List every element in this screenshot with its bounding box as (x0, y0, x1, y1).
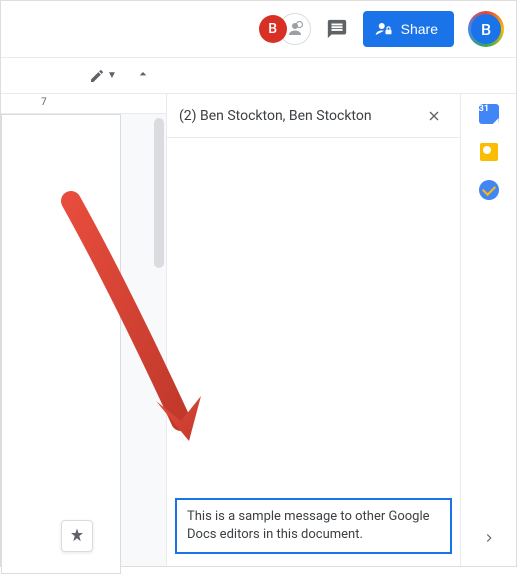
close-chat-button[interactable] (420, 102, 448, 130)
top-bar: B Share B (1, 1, 516, 57)
chat-messages (167, 138, 460, 490)
calendar-button[interactable]: 31 (479, 104, 499, 124)
chat-title: (2) Ben Stockton, Ben Stockton (179, 108, 420, 124)
document-area: 7 (1, 94, 166, 566)
document-page[interactable] (1, 114, 121, 574)
collapse-chat-button[interactable] (127, 62, 159, 90)
chevron-right-icon (482, 531, 496, 545)
keep-button[interactable] (479, 142, 499, 162)
hide-side-panel-button[interactable] (475, 524, 503, 552)
presence-group: B (259, 13, 311, 45)
pencil-icon (89, 68, 105, 84)
calendar-icon: 31 (479, 104, 499, 124)
chevron-up-icon (135, 66, 151, 82)
main-area: 7 (2) Ben Stockton, Ben Stockton 31 (1, 93, 516, 566)
comment-icon (326, 18, 348, 40)
tasks-button[interactable] (479, 180, 499, 200)
collaborator-avatar[interactable]: B (259, 15, 287, 43)
editing-mode-button[interactable]: ▼ (83, 64, 123, 88)
ruler-tick: 7 (41, 97, 47, 108)
share-lock-icon (375, 20, 393, 38)
anonymous-icon (286, 20, 304, 38)
share-label: Share (401, 21, 438, 37)
side-panel: 31 (460, 94, 516, 566)
toolbar: ▼ (1, 57, 516, 93)
chat-panel: (2) Ben Stockton, Ben Stockton (166, 94, 460, 566)
chat-input-container (167, 490, 460, 566)
tasks-icon (479, 180, 499, 200)
scrollbar-thumb[interactable] (154, 118, 164, 268)
chat-header: (2) Ben Stockton, Ben Stockton (167, 94, 460, 138)
horizontal-ruler[interactable]: 7 (1, 94, 166, 114)
chat-input[interactable] (175, 498, 452, 554)
account-avatar[interactable]: B (468, 11, 504, 47)
explore-button[interactable] (61, 520, 93, 552)
comments-button[interactable] (319, 11, 355, 47)
dropdown-caret-icon: ▼ (107, 70, 117, 81)
keep-icon (480, 143, 498, 161)
close-icon (426, 108, 442, 124)
share-button[interactable]: Share (363, 11, 454, 47)
explore-icon (68, 527, 86, 545)
